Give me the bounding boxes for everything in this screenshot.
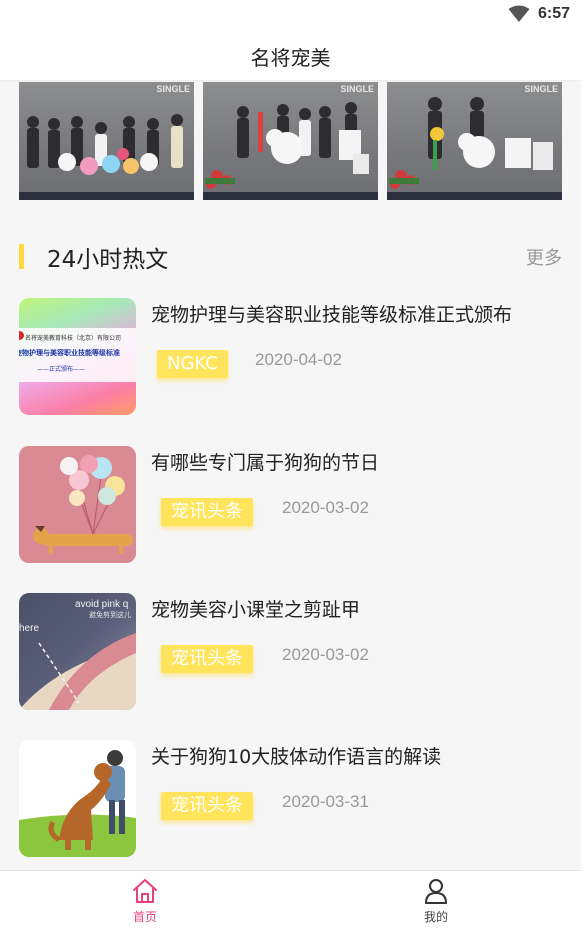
thumbnail-text: 名将宠美教育科技（北京）有限公司 bbox=[25, 335, 122, 342]
article-thumbnail: 名将宠美教育科技（北京）有限公司 宠物护理与美容职业技能等级标准 ——正式颁布—… bbox=[19, 298, 136, 415]
article-date: 2020-03-02 bbox=[282, 645, 369, 664]
article-thumbnail bbox=[19, 446, 136, 563]
article-item[interactable]: avoid pink q 避免剪到这儿 here 宠物美容小课堂之剪趾甲 宠讯头… bbox=[19, 593, 562, 711]
photo-gallery: SINGLE SINGLE SINGLE bbox=[19, 82, 562, 200]
article-title: 有哪些专门属于狗狗的节日 bbox=[151, 452, 380, 474]
article-tag: 宠讯头条 bbox=[161, 498, 253, 526]
gallery-photo[interactable]: SINGLE bbox=[387, 82, 562, 200]
thumbnail-banner: 名将宠美教育科技（北京）有限公司 宠物护理与美容职业技能等级标准 ——正式颁布—… bbox=[19, 328, 136, 382]
dog-and-person-illustration bbox=[19, 740, 136, 857]
nav-item-me[interactable]: 我的 bbox=[376, 871, 496, 930]
thumbnail-text: ——正式颁布—— bbox=[37, 366, 86, 373]
article-date: 2020-04-02 bbox=[255, 350, 342, 369]
article-tag: 宠讯头条 bbox=[161, 792, 253, 820]
status-bar: 6:57 bbox=[0, 0, 581, 30]
article-item[interactable]: 名将宠美教育科技（北京）有限公司 宠物护理与美容职业技能等级标准 ——正式颁布—… bbox=[19, 298, 562, 416]
thumbnail-text: 宠物护理与美容职业技能等级标准 bbox=[19, 349, 120, 357]
article-title: 关于狗狗10大肢体动作语言的解读 bbox=[151, 746, 442, 768]
group-photo-image bbox=[19, 114, 194, 200]
article-thumbnail bbox=[19, 740, 136, 857]
article-date: 2020-03-31 bbox=[282, 792, 369, 811]
thumbnail-text: here bbox=[19, 623, 40, 634]
article-date: 2020-03-02 bbox=[282, 498, 369, 517]
gallery-photo[interactable]: SINGLE bbox=[203, 82, 378, 200]
status-time: 6:57 bbox=[538, 5, 571, 22]
article-thumbnail: avoid pink q 避免剪到这儿 here bbox=[19, 593, 136, 710]
article-tag: NGKC bbox=[157, 350, 228, 378]
app-screen: 6:57 名将宠美 SINGLE SINGLE SINGLE 24小时热文 更多… bbox=[0, 0, 581, 930]
app-bar: 名将宠美 bbox=[0, 30, 581, 80]
section-title: 24小时热文 bbox=[47, 247, 169, 273]
thumbnail-text: avoid pink q bbox=[75, 599, 129, 610]
home-icon bbox=[133, 879, 157, 903]
section-header-hot-articles: 24小时热文 更多 bbox=[19, 240, 562, 274]
article-item[interactable]: 关于狗狗10大肢体动作语言的解读 宠讯头条 2020-03-31 bbox=[19, 740, 562, 858]
user-icon bbox=[425, 879, 447, 904]
company-logo-icon bbox=[19, 331, 24, 340]
nav-label: 首页 bbox=[132, 910, 157, 924]
bottom-navigation: 首页 我的 bbox=[0, 870, 581, 930]
page-title: 名将宠美 bbox=[250, 46, 331, 70]
article-item[interactable]: 有哪些专门属于狗狗的节日 宠讯头条 2020-03-02 bbox=[19, 446, 562, 564]
nav-label: 我的 bbox=[423, 910, 448, 924]
wifi-icon bbox=[508, 5, 530, 22]
article-title: 宠物美容小课堂之剪趾甲 bbox=[151, 599, 361, 621]
more-link[interactable]: 更多 bbox=[526, 244, 562, 270]
group-photo-image bbox=[203, 102, 378, 200]
thumbnail-text: 避免剪到这儿 bbox=[89, 611, 131, 619]
gallery-photo[interactable]: SINGLE bbox=[19, 82, 194, 200]
nav-item-home[interactable]: 首页 bbox=[85, 871, 205, 930]
group-photo-image bbox=[387, 97, 562, 200]
balloon-dog-illustration bbox=[19, 446, 136, 563]
article-tag: 宠讯头条 bbox=[161, 645, 253, 673]
section-accent-bar bbox=[19, 244, 24, 269]
article-title: 宠物护理与美容职业技能等级标准正式颁布 bbox=[151, 304, 513, 326]
